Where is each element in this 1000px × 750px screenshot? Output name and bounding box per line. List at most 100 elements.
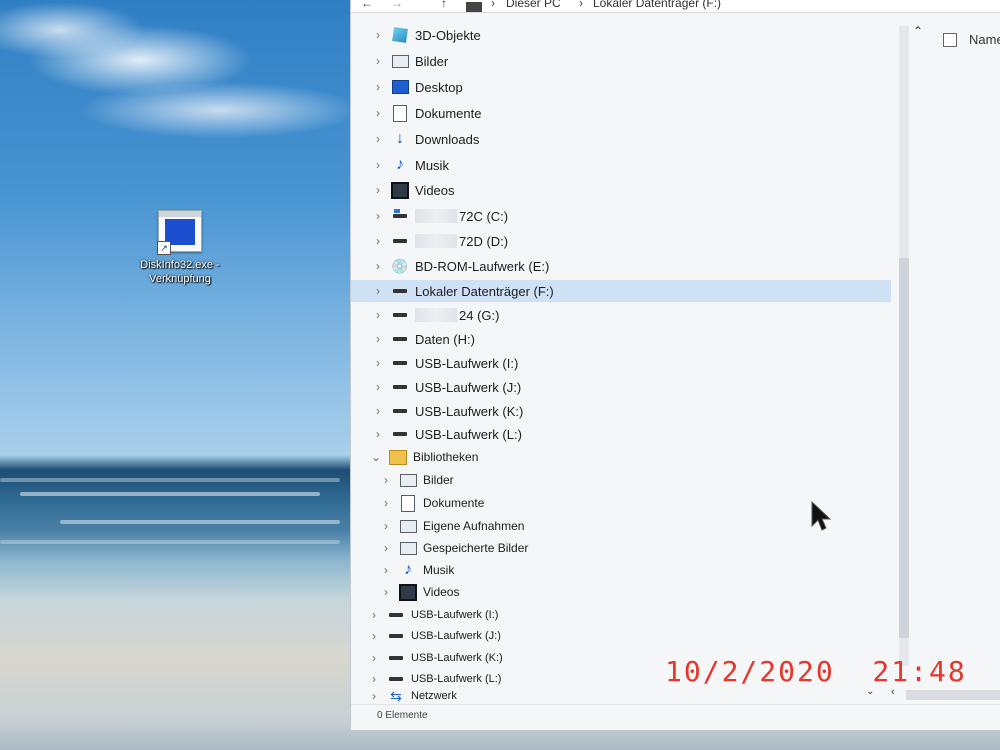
- nav-item-bilder[interactable]: › Bilder: [351, 50, 891, 72]
- chevron-right-icon[interactable]: ›: [371, 132, 385, 146]
- chevron-right-icon[interactable]: ›: [371, 380, 385, 394]
- chevron-right-icon[interactable]: ›: [379, 563, 393, 577]
- chevron-right-icon[interactable]: ›: [371, 404, 385, 418]
- chevron-right-icon[interactable]: ›: [371, 284, 385, 298]
- nav-item-videos[interactable]: › Videos: [351, 179, 891, 201]
- nav-item-drive-h[interactable]: › Daten (H:): [351, 328, 891, 350]
- wave: [0, 540, 340, 544]
- nav-item-label: Desktop: [415, 79, 463, 95]
- chevron-right-icon[interactable]: ›: [371, 308, 385, 322]
- desktop-icon: [391, 79, 409, 95]
- downloads-icon: ↓: [396, 130, 404, 147]
- nav-item-drive-j[interactable]: › USB-Laufwerk (J:): [351, 376, 891, 398]
- usb-drive-icon: [387, 607, 405, 623]
- chevron-right-icon[interactable]: ›: [379, 585, 393, 599]
- nav-item-drive-f[interactable]: › Lokaler Datenträger (F:): [351, 280, 891, 302]
- nav-item-label: Gespeicherte Bilder: [423, 541, 529, 555]
- chevron-right-icon[interactable]: ›: [371, 234, 385, 248]
- nav-item-drive-e[interactable]: › 💿 BD-ROM-Laufwerk (E:): [351, 255, 891, 277]
- usb-drive-icon: [391, 403, 409, 419]
- chevron-right-icon[interactable]: ›: [371, 80, 385, 94]
- wave: [20, 492, 320, 496]
- drive-icon: [391, 331, 409, 347]
- nav-item-usb-j[interactable]: › USB-Laufwerk (J:): [351, 625, 891, 647]
- videos-icon: [399, 583, 417, 601]
- nav-item-label: USB-Laufwerk (J:): [411, 630, 501, 642]
- chevron-right-icon[interactable]: ›: [367, 651, 381, 665]
- chevron-right-icon[interactable]: ›: [371, 209, 385, 223]
- nav-item-label: 72C (C:): [459, 208, 509, 224]
- chevron-right-icon[interactable]: ›: [371, 427, 385, 441]
- desktop-shortcut-diskinfo[interactable]: ↗ DiskInfo32.exe - Verknüpfung: [130, 210, 230, 286]
- nav-item-label: Daten (H:): [415, 331, 475, 347]
- usb-drive-icon: [391, 379, 409, 395]
- status-bar: 0 Elemente: [351, 704, 1000, 727]
- nav-item-desktop[interactable]: › Desktop: [351, 76, 891, 98]
- nav-item-netzwerk[interactable]: › ⇆ Netzwerk: [351, 689, 891, 703]
- nav-item-downloads[interactable]: › ↓ Downloads: [351, 128, 891, 150]
- scrollbar-thumb[interactable]: [899, 258, 909, 638]
- nav-item-drive-d[interactable]: › 72D (D:): [351, 230, 891, 252]
- music-icon: ♪: [396, 156, 404, 173]
- chevron-right-icon[interactable]: ›: [379, 473, 393, 487]
- nav-item-drive-g[interactable]: › 24 (G:): [351, 304, 891, 326]
- chevron-right-icon[interactable]: ›: [371, 332, 385, 346]
- chevron-right-icon[interactable]: ›: [371, 259, 385, 273]
- nav-item-label: 72D (D:): [459, 233, 509, 249]
- chevron-right-icon[interactable]: ›: [371, 106, 385, 120]
- usb-drive-icon: [391, 355, 409, 371]
- nav-item-lib-gespeicherte-bilder[interactable]: › Gespeicherte Bilder: [351, 537, 891, 559]
- music-icon: ♪: [404, 561, 412, 578]
- up-arrow-icon[interactable]: ↑: [441, 0, 447, 10]
- forward-arrow-icon[interactable]: →: [391, 0, 403, 10]
- usb-drive-icon: [387, 628, 405, 644]
- breadcrumb-item[interactable]: Dieser PC: [506, 0, 561, 10]
- usb-drive-icon: [391, 426, 409, 442]
- pictures-icon: [399, 540, 417, 556]
- videos-icon: [391, 181, 409, 199]
- drive-icon: [391, 283, 409, 299]
- nav-item-lib-videos[interactable]: › Videos: [351, 581, 891, 603]
- chevron-right-icon[interactable]: ›: [379, 519, 393, 533]
- nav-item-label: USB-Laufwerk (I:): [415, 355, 519, 371]
- chevron-right-icon[interactable]: ›: [371, 183, 385, 197]
- horizontal-scrollbar[interactable]: [906, 690, 1000, 700]
- address-bar[interactable]: ← → ↑ › Dieser PC › Lokaler Datenträger …: [351, 0, 1000, 13]
- column-header-name[interactable]: Name: [969, 32, 1000, 47]
- scroll-up-icon[interactable]: ⌃: [913, 24, 923, 38]
- nav-item-bibliotheken[interactable]: ⌄ Bibliotheken: [351, 446, 891, 468]
- nav-item-label: Netzwerk: [411, 690, 457, 702]
- select-all-checkbox[interactable]: [943, 32, 957, 47]
- nav-item-usb-i[interactable]: › USB-Laufwerk (I:): [351, 604, 891, 626]
- nav-item-3d-objekte[interactable]: › 3D-Objekte: [351, 24, 891, 46]
- nav-item-lib-musik[interactable]: › ♪ Musik: [351, 559, 891, 581]
- chevron-right-icon[interactable]: ›: [371, 356, 385, 370]
- nav-pane-scrollbar[interactable]: [899, 26, 909, 666]
- nav-item-dokumente[interactable]: › Dokumente: [351, 102, 891, 124]
- chevron-right-icon[interactable]: ›: [371, 54, 385, 68]
- nav-item-label: Bilder: [423, 473, 454, 487]
- chevron-right-icon[interactable]: ›: [379, 541, 393, 555]
- usb-drive-icon: [387, 650, 405, 666]
- nav-item-drive-i[interactable]: › USB-Laufwerk (I:): [351, 352, 891, 374]
- nav-item-drive-c[interactable]: › 72C (C:): [351, 205, 891, 227]
- chevron-right-icon[interactable]: ›: [379, 496, 393, 510]
- drive-icon: [391, 307, 409, 323]
- chevron-right-icon[interactable]: ›: [371, 158, 385, 172]
- chevron-right-icon[interactable]: ›: [367, 672, 381, 686]
- back-arrow-icon[interactable]: ←: [361, 0, 373, 10]
- nav-item-drive-k[interactable]: › USB-Laufwerk (K:): [351, 400, 891, 422]
- navigation-pane: › 3D-Objekte › Bilder › Desktop › Dokume…: [351, 18, 891, 708]
- chevron-right-icon[interactable]: ›: [367, 608, 381, 622]
- nav-item-label: 24 (G:): [459, 307, 500, 323]
- nav-item-drive-l[interactable]: › USB-Laufwerk (L:): [351, 423, 891, 445]
- chevron-right-icon[interactable]: ›: [367, 689, 381, 703]
- nav-item-musik[interactable]: › ♪ Musik: [351, 154, 891, 176]
- nav-item-lib-bilder[interactable]: › Bilder: [351, 469, 891, 491]
- breadcrumb-item[interactable]: Lokaler Datenträger (F:): [593, 0, 721, 10]
- nav-item-label: Musik: [423, 563, 455, 577]
- nav-item-label: Videos: [423, 585, 460, 599]
- chevron-right-icon[interactable]: ›: [371, 28, 385, 42]
- chevron-down-icon[interactable]: ⌄: [369, 450, 383, 464]
- chevron-right-icon[interactable]: ›: [367, 629, 381, 643]
